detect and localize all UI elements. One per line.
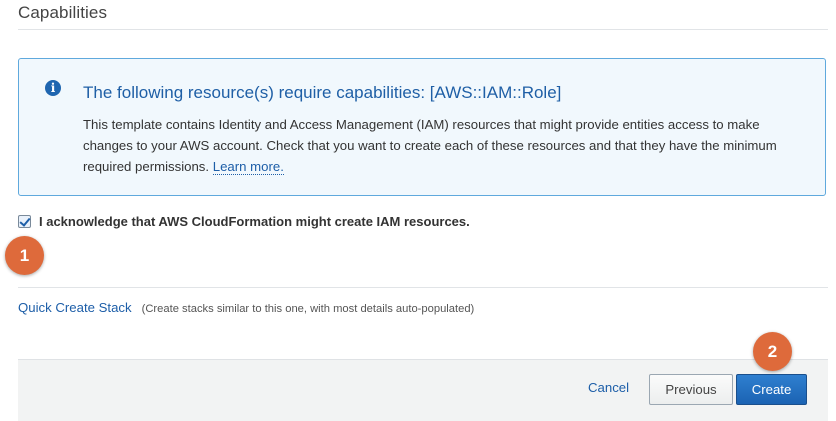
step-1-badge: 1 xyxy=(5,236,44,275)
capabilities-info-box: i The following resource(s) require capa… xyxy=(18,58,826,196)
section-divider-2 xyxy=(18,287,828,288)
quick-create-stack-link[interactable]: Quick Create Stack xyxy=(18,300,132,315)
acknowledge-checkbox[interactable] xyxy=(18,215,31,228)
acknowledge-row[interactable]: I acknowledge that AWS CloudFormation mi… xyxy=(18,214,470,229)
previous-button[interactable]: Previous xyxy=(649,374,733,405)
info-heading: The following resource(s) require capabi… xyxy=(83,83,562,102)
step-2-badge: 2 xyxy=(753,332,792,371)
section-title: Capabilities xyxy=(18,3,108,22)
create-button[interactable]: Create xyxy=(736,374,807,405)
acknowledge-label[interactable]: I acknowledge that AWS CloudFormation mi… xyxy=(39,214,470,229)
section-divider xyxy=(18,29,828,30)
info-icon: i xyxy=(45,80,61,96)
cancel-button[interactable]: Cancel xyxy=(588,380,629,395)
info-body: This template contains Identity and Acce… xyxy=(83,114,803,177)
quick-create-row: Quick Create Stack (Create stacks simila… xyxy=(18,300,474,315)
learn-more-link[interactable]: Learn more. xyxy=(212,159,284,175)
checkmark-icon xyxy=(19,215,31,227)
info-body-text: This template contains Identity and Acce… xyxy=(83,117,777,174)
quick-create-description: (Create stacks similar to this one, with… xyxy=(141,303,475,315)
